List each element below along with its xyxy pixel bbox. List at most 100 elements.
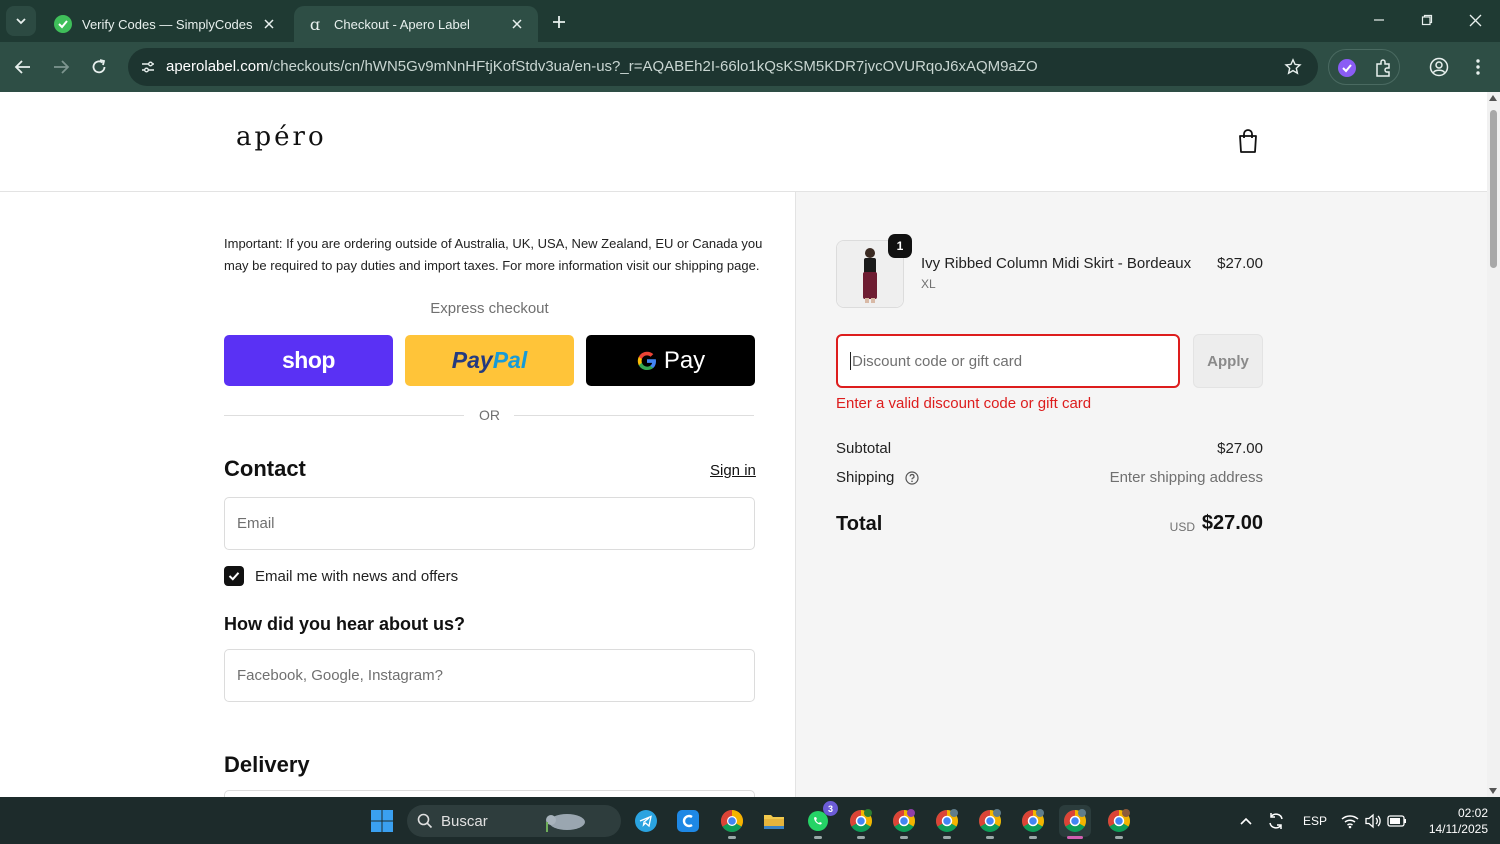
discount-error-message: Enter a valid discount code or gift card <box>836 395 1092 412</box>
close-icon[interactable] <box>508 15 526 33</box>
simplycodes-extension-icon[interactable] <box>1335 56 1359 80</box>
email-field[interactable]: Email <box>224 497 755 550</box>
chrome-profile-m-icon[interactable] <box>888 805 920 839</box>
minimize-icon <box>1374 19 1384 21</box>
file-explorer-icon[interactable] <box>758 805 790 837</box>
clock-date: 14/11/2025 <box>1428 822 1488 836</box>
language-indicator[interactable]: ESP <box>1303 814 1327 828</box>
back-button[interactable] <box>8 52 38 82</box>
order-summary: 1 Ivy Ribbed Column Midi Skirt - Bordeau… <box>795 192 1487 797</box>
google-g-icon <box>637 351 656 370</box>
profile-icon <box>1429 57 1449 77</box>
page-scrollbar[interactable] <box>1487 92 1500 797</box>
shop-pay-button[interactable]: shop <box>224 335 393 386</box>
paypal-label-pal: Pal <box>492 347 528 373</box>
checkout-form: Important: If you are ordering outside o… <box>0 192 795 797</box>
running-indicator <box>1115 836 1123 839</box>
scroll-down-arrow-icon[interactable] <box>1489 788 1497 794</box>
chrome-profile-s-icon[interactable] <box>845 805 877 839</box>
brand-logo[interactable]: apéro <box>236 122 327 152</box>
apply-discount-button[interactable]: Apply <box>1193 334 1263 388</box>
chrome-profile-icon[interactable] <box>931 805 963 839</box>
running-indicator <box>728 836 736 839</box>
puzzle-extensions-icon[interactable] <box>1371 56 1395 80</box>
chrome-profile-icon[interactable] <box>974 805 1006 839</box>
forward-button[interactable] <box>46 52 76 82</box>
reload-button[interactable] <box>84 52 114 82</box>
help-circle-icon[interactable] <box>904 471 919 485</box>
apero-favicon-icon: ɑ <box>309 14 321 34</box>
tab-search-button[interactable] <box>6 6 36 36</box>
referral-source-field[interactable]: Facebook, Google, Instagram? <box>224 649 755 702</box>
shipping-row: Shipping Enter shipping address <box>836 469 1263 486</box>
site-settings-icon[interactable] <box>136 55 160 79</box>
tab-checkout[interactable]: ɑ Checkout - Apero Label <box>294 6 538 42</box>
product-price: $27.00 <box>1217 255 1263 272</box>
bookmark-star-icon[interactable] <box>1282 56 1304 78</box>
newsletter-option[interactable]: Email me with news and offers <box>224 566 458 586</box>
running-indicator <box>986 836 994 839</box>
chrome-icon[interactable] <box>716 805 748 839</box>
scroll-up-arrow-icon[interactable] <box>1489 95 1497 101</box>
tab-title: Verify Codes — SimplyCodes <box>82 16 253 32</box>
or-divider: OR <box>224 405 755 425</box>
tab-simplycodes[interactable]: Verify Codes — SimplyCodes <box>42 6 290 42</box>
total-value: $27.00 <box>1201 512 1263 534</box>
whatsapp-unread-badge: 3 <box>823 801 838 816</box>
paypal-label-pay: Pay <box>451 347 493 373</box>
google-pay-button[interactable]: Pay <box>586 335 755 386</box>
running-indicator <box>857 836 865 839</box>
browser-menu-button[interactable] <box>1463 52 1493 82</box>
shop-pay-label: shop <box>282 347 335 373</box>
url-host: aperolabel.com <box>166 58 269 75</box>
more-vertical-icon <box>1476 59 1480 75</box>
discount-code-input[interactable]: Discount code or gift card <box>836 334 1180 388</box>
taskbar-search[interactable]: Buscar <box>407 805 621 837</box>
search-label: Buscar <box>441 812 488 830</box>
delivery-field[interactable] <box>224 790 755 797</box>
address-bar[interactable]: aperolabel.com/checkouts/cn/hWN5Gv9mNnHF… <box>128 48 1318 86</box>
delivery-heading: Delivery <box>224 752 310 777</box>
close-icon[interactable] <box>260 15 278 33</box>
running-indicator <box>1067 836 1083 839</box>
discount-placeholder: Discount code or gift card <box>852 352 1023 370</box>
whatsapp-icon[interactable]: 3 <box>802 801 838 839</box>
chrome-profile-active-icon[interactable] <box>1059 805 1091 839</box>
plus-icon <box>553 16 565 28</box>
shopping-bag-icon[interactable] <box>1236 128 1262 156</box>
paypal-button[interactable]: Pay Pal <box>405 335 574 386</box>
restore-button[interactable] <box>1404 6 1450 34</box>
duties-notice: Important: If you are ordering outside o… <box>224 236 763 273</box>
running-indicator <box>900 836 908 839</box>
chevron-up-icon[interactable] <box>1230 805 1262 837</box>
product-name: Ivy Ribbed Column Midi Skirt - Bordeaux <box>921 255 1192 272</box>
url-path: /checkouts/cn/hWN5Gv9mNnHFtjKofStdv3ua/e… <box>268 58 1038 75</box>
text-cursor <box>850 352 851 370</box>
scrollbar-thumb[interactable] <box>1490 110 1497 268</box>
sign-in-link[interactable]: Sign in <box>710 462 756 479</box>
telegram-icon[interactable] <box>630 805 662 837</box>
sync-icon[interactable] <box>1260 805 1292 837</box>
manatee-search-highlight-icon <box>545 814 585 832</box>
battery-icon[interactable] <box>1381 805 1413 837</box>
referral-placeholder: Facebook, Google, Instagram? <box>237 667 443 684</box>
chrome-profile-icon[interactable] <box>1103 805 1135 839</box>
referral-heading: How did you hear about us? <box>224 614 466 634</box>
windows-start-icon[interactable] <box>366 805 398 837</box>
total-label: Total <box>836 513 883 535</box>
system-clock[interactable]: 02:02 14/11/2025 <box>1414 805 1488 837</box>
extensions-group <box>1328 49 1400 85</box>
c-app-icon[interactable] <box>672 805 704 837</box>
close-icon <box>1469 14 1481 26</box>
minimize-button[interactable] <box>1356 6 1402 34</box>
chrome-profile-icon[interactable] <box>1017 805 1049 839</box>
profile-button[interactable] <box>1424 52 1454 82</box>
google-pay-label: Pay <box>663 346 706 374</box>
subtotal-label: Subtotal <box>836 440 892 457</box>
newsletter-checkbox[interactable] <box>224 566 244 586</box>
express-checkout-label: Express checkout <box>430 300 549 317</box>
new-tab-button[interactable] <box>546 9 572 35</box>
close-window-button[interactable] <box>1452 6 1498 34</box>
email-placeholder: Email <box>237 515 275 532</box>
subtotal-row: Subtotal $27.00 <box>836 440 1263 457</box>
